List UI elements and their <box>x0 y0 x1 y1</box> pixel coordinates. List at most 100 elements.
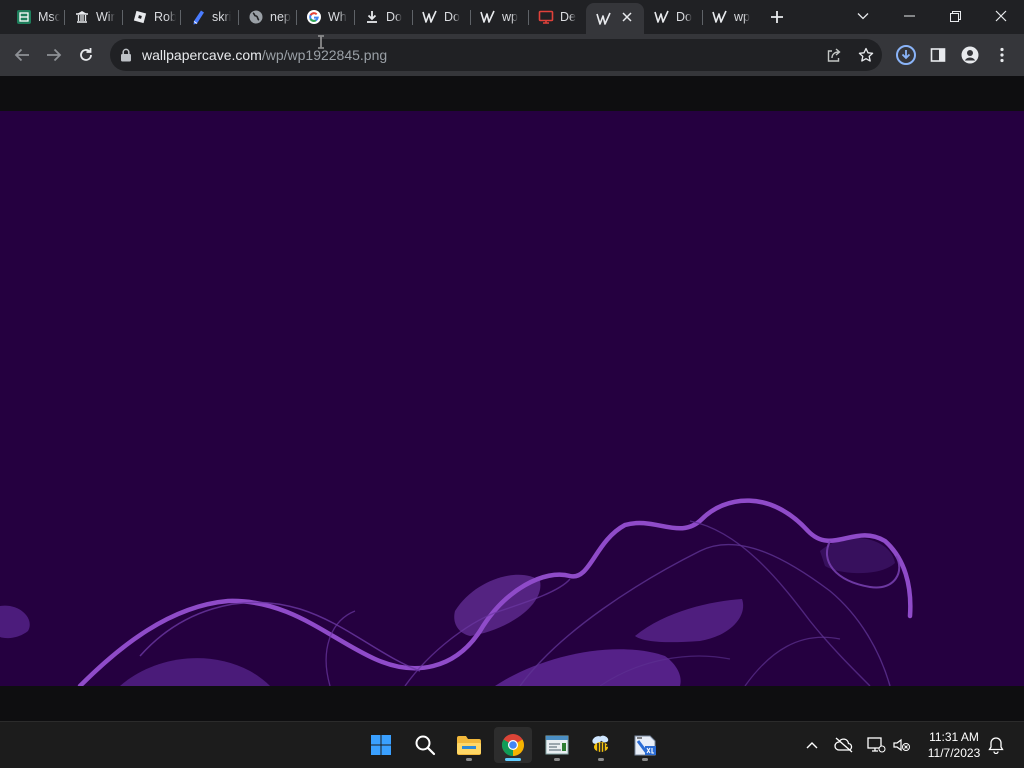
menu-button[interactable] <box>988 41 1016 69</box>
tab-9[interactable]: De <box>528 3 586 31</box>
show-hidden-icons-icon[interactable] <box>802 735 822 755</box>
tab-12[interactable]: wp <box>702 3 760 31</box>
tab-title: De <box>560 10 576 24</box>
reload-button[interactable] <box>72 41 100 69</box>
taskbar-file-explorer[interactable] <box>450 727 488 763</box>
windows-start-icon <box>371 735 391 755</box>
globe-icon <box>248 9 264 25</box>
arrow-right-icon <box>47 48 62 62</box>
network-icon[interactable] <box>866 735 886 755</box>
restore-icon <box>949 10 961 22</box>
tab-2[interactable]: Rob <box>122 3 180 31</box>
skribbl-icon <box>190 9 206 25</box>
share-icon[interactable] <box>824 45 844 65</box>
tab-title: Do <box>676 10 692 24</box>
running-indicator <box>598 758 604 761</box>
tab-title: Wh <box>328 10 347 24</box>
active-indicator <box>505 758 521 761</box>
tab-0[interactable]: Msc <box>6 3 64 31</box>
windows-taskbar: 11:31 AM 11/7/2023 <box>0 721 1024 768</box>
wallpaper-image <box>0 111 1024 686</box>
wallpapercave-icon <box>422 9 438 25</box>
tab-title: Do <box>444 10 460 24</box>
browser-toolbar: wallpapercave.com/wp/wp1922845.png <box>0 34 1024 76</box>
bee-app-icon <box>592 735 609 752</box>
tab-title: skri <box>212 10 232 24</box>
minimize-button[interactable] <box>886 0 932 32</box>
clock-time: 11:31 AM <box>929 730 979 744</box>
wallpapercave-icon <box>712 9 728 25</box>
tab-strip: Msc Wir Rob skri nep Wh Do Do wp De Do w… <box>0 0 1024 34</box>
tab-3[interactable]: skri <box>180 3 238 31</box>
forward-button[interactable] <box>40 41 68 69</box>
tab-list: Msc Wir Rob skri nep Wh Do Do wp De Do w… <box>6 3 760 34</box>
arrow-left-icon <box>14 48 29 62</box>
taskbar-chrome[interactable] <box>494 727 532 763</box>
side-panel-button[interactable] <box>924 41 952 69</box>
profile-icon <box>961 46 979 64</box>
start-button[interactable] <box>362 727 400 763</box>
tab-title: Do <box>386 10 402 24</box>
tab-10[interactable] <box>586 3 644 34</box>
clock-date: 11/7/2023 <box>927 746 981 760</box>
plus-icon <box>771 11 783 23</box>
tab-1[interactable]: Wir <box>64 3 122 31</box>
wallpapercave-icon <box>480 9 496 25</box>
tab-search-button[interactable] <box>853 6 873 26</box>
system-clock[interactable]: 11:31 AM 11/7/2023 <box>918 729 990 761</box>
tab-4[interactable]: nep <box>238 3 296 31</box>
reload-icon <box>80 48 92 61</box>
close-tab-icon[interactable] <box>620 10 634 24</box>
wave-artwork <box>0 498 913 686</box>
tab-11[interactable]: Do <box>644 3 702 31</box>
tab-title: Msc <box>38 10 60 24</box>
search-icon <box>415 735 436 756</box>
roblox-icon <box>132 9 148 25</box>
side-panel-icon <box>930 48 946 62</box>
wikipedia-icon <box>74 9 90 25</box>
bookmark-star-icon[interactable] <box>856 45 876 65</box>
profile-button[interactable] <box>956 41 984 69</box>
running-indicator <box>466 758 472 761</box>
volume-muted-icon[interactable] <box>892 735 912 755</box>
download-progress-icon <box>896 45 916 65</box>
close-window-button[interactable] <box>978 0 1024 32</box>
file-explorer-icon <box>457 736 481 755</box>
notification-bell-icon[interactable] <box>986 735 1006 755</box>
chevron-down-icon <box>857 13 869 20</box>
url-host: wallpapercave.com <box>142 47 262 63</box>
notepad-icon <box>545 735 569 755</box>
taskbar-search-button[interactable] <box>406 727 444 763</box>
download-icon <box>364 9 380 25</box>
text-cursor-icon <box>318 35 324 49</box>
back-button[interactable] <box>8 41 36 69</box>
taskbar-notepad[interactable] <box>538 727 576 763</box>
tab-title: Rob <box>154 10 176 24</box>
google-icon <box>306 9 322 25</box>
onedrive-offline-icon[interactable] <box>834 735 854 755</box>
new-tab-button[interactable] <box>766 6 788 28</box>
tab-5[interactable]: Wh <box>296 3 354 31</box>
lock-icon[interactable] <box>120 48 132 62</box>
tab-7[interactable]: Do <box>412 3 470 31</box>
tab-title: nep <box>270 10 291 24</box>
url-path: /wp/wp1922845.png <box>261 47 388 63</box>
taskbar-calculator-xp[interactable] <box>626 727 664 763</box>
close-icon <box>995 10 1007 22</box>
restore-button[interactable] <box>932 0 978 32</box>
tab-8[interactable]: wp <box>470 3 528 31</box>
tab-title: Wir <box>96 10 115 24</box>
page-viewport <box>0 76 1024 721</box>
tab-title: wp <box>502 10 518 24</box>
tab-title: wp <box>734 10 750 24</box>
url-text[interactable]: wallpapercave.com/wp/wp1922845.png <box>142 47 387 63</box>
spreadsheet-icon <box>16 9 32 25</box>
downloads-button[interactable] <box>892 41 920 69</box>
address-bar[interactable]: wallpapercave.com/wp/wp1922845.png <box>110 39 882 71</box>
chrome-icon <box>502 734 524 756</box>
running-indicator <box>554 758 560 761</box>
wallpapercave-icon <box>654 9 670 25</box>
tab-6[interactable]: Do <box>354 3 412 31</box>
taskbar-bee-app[interactable] <box>582 727 620 763</box>
more-vertical-icon <box>1000 47 1004 63</box>
